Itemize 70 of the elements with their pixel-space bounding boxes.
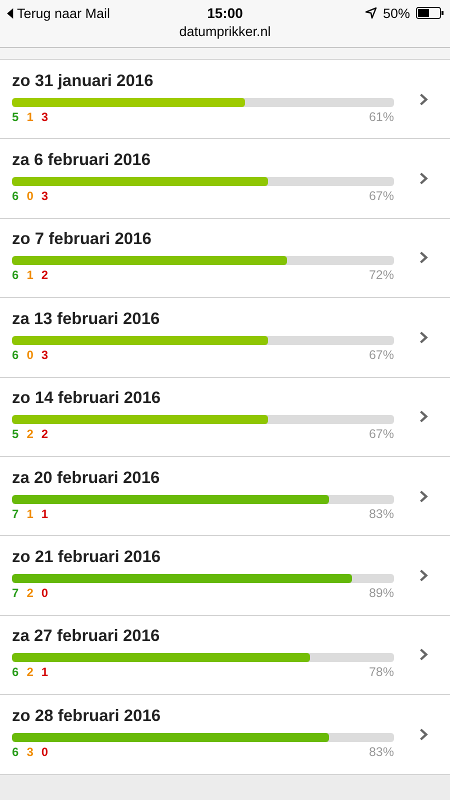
yes-count: 6: [12, 348, 19, 362]
date-row[interactable]: zo 21 februari 2016 7 2 0 89%: [0, 536, 450, 616]
maybe-count: 0: [26, 189, 34, 204]
percent-label: 67%: [368, 189, 394, 204]
no-count: 0: [41, 586, 48, 600]
date-row[interactable]: za 20 februari 2016 7 1 1 83%: [0, 456, 450, 536]
percent-label: 61%: [368, 110, 394, 124]
location-icon: [364, 7, 377, 19]
date-label: za 20 februari 2016: [12, 468, 161, 488]
date-label: zo 31 januari 2016: [12, 72, 154, 91]
date-row[interactable]: zo 28 februari 2016 6 3 0 83%: [0, 695, 450, 775]
yes-count: 7: [12, 586, 19, 600]
maybe-count: 1: [26, 506, 34, 521]
maybe-count: 1: [26, 268, 34, 282]
battery-icon: [416, 7, 444, 19]
date-label: zo 7 februari 2016: [12, 230, 152, 250]
chevron-icon: [419, 490, 428, 503]
date-label: zo 21 februari 2016: [12, 548, 162, 568]
maybe-count: 2: [26, 586, 34, 600]
chevron-icon: [419, 251, 428, 264]
percent-label: 67%: [368, 427, 394, 442]
no-count: 3: [41, 348, 48, 362]
back-link[interactable]: Terug naar Mail: [17, 6, 110, 20]
percent-label: 83%: [368, 744, 394, 759]
clock-time: 15:00: [207, 5, 243, 21]
date-label: za 13 februari 2016: [12, 310, 161, 329]
no-count: 3: [41, 189, 48, 204]
chevron-icon: [419, 410, 428, 424]
yes-count: 7: [12, 506, 19, 521]
date-row[interactable]: zo 7 februari 2016 6 1 2 72%: [0, 218, 450, 298]
yes-count: 5: [12, 110, 19, 124]
back-icon[interactable]: [7, 8, 14, 18]
chevron-icon: [419, 330, 428, 344]
date-row[interactable]: zo 14 februari 2016 5 2 2 67%: [0, 378, 450, 457]
maybe-count: 2: [26, 665, 34, 680]
maybe-count: 2: [26, 427, 34, 442]
no-count: 1: [41, 665, 48, 680]
chevron-icon: [419, 172, 428, 186]
chevron-icon: [419, 728, 428, 741]
maybe-count: 0: [26, 348, 34, 362]
chevron-icon: [419, 569, 428, 582]
date-label: zo 28 februari 2016: [12, 706, 162, 726]
date-row[interactable]: za 27 februari 2016 6 2 1 78%: [0, 616, 450, 696]
percent-label: 67%: [368, 348, 394, 362]
date-row[interactable]: za 13 februari 2016 6 0 3 67%: [0, 298, 450, 378]
maybe-count: 1: [26, 110, 34, 124]
percent-label: 83%: [368, 506, 394, 521]
no-count: 3: [41, 110, 48, 124]
date-label: za 6 februari 2016: [12, 151, 152, 170]
percent-label: 72%: [368, 268, 394, 282]
page-url: datumprikker.nl: [179, 24, 271, 39]
battery-percent: 50%: [382, 6, 410, 20]
chevron-icon: [419, 648, 428, 662]
no-count: 2: [41, 268, 48, 282]
yes-count: 6: [12, 189, 19, 204]
yes-count: 6: [12, 744, 19, 759]
percent-label: 89%: [368, 586, 394, 600]
yes-count: 6: [12, 665, 19, 680]
date-row[interactable]: za 6 februari 2016 6 0 3 67%: [0, 139, 450, 219]
date-row[interactable]: zo 31 januari 2016 5 1 3 61%: [0, 60, 450, 140]
maybe-count: 3: [26, 744, 34, 759]
percent-label: 78%: [368, 665, 394, 680]
date-label: za 27 februari 2016: [12, 627, 161, 646]
no-count: 0: [41, 744, 48, 759]
date-label: zo 14 februari 2016: [12, 389, 162, 408]
no-count: 2: [41, 427, 48, 442]
yes-count: 5: [12, 427, 19, 442]
yes-count: 6: [12, 268, 19, 282]
chevron-icon: [419, 92, 428, 106]
no-count: 1: [41, 506, 48, 521]
